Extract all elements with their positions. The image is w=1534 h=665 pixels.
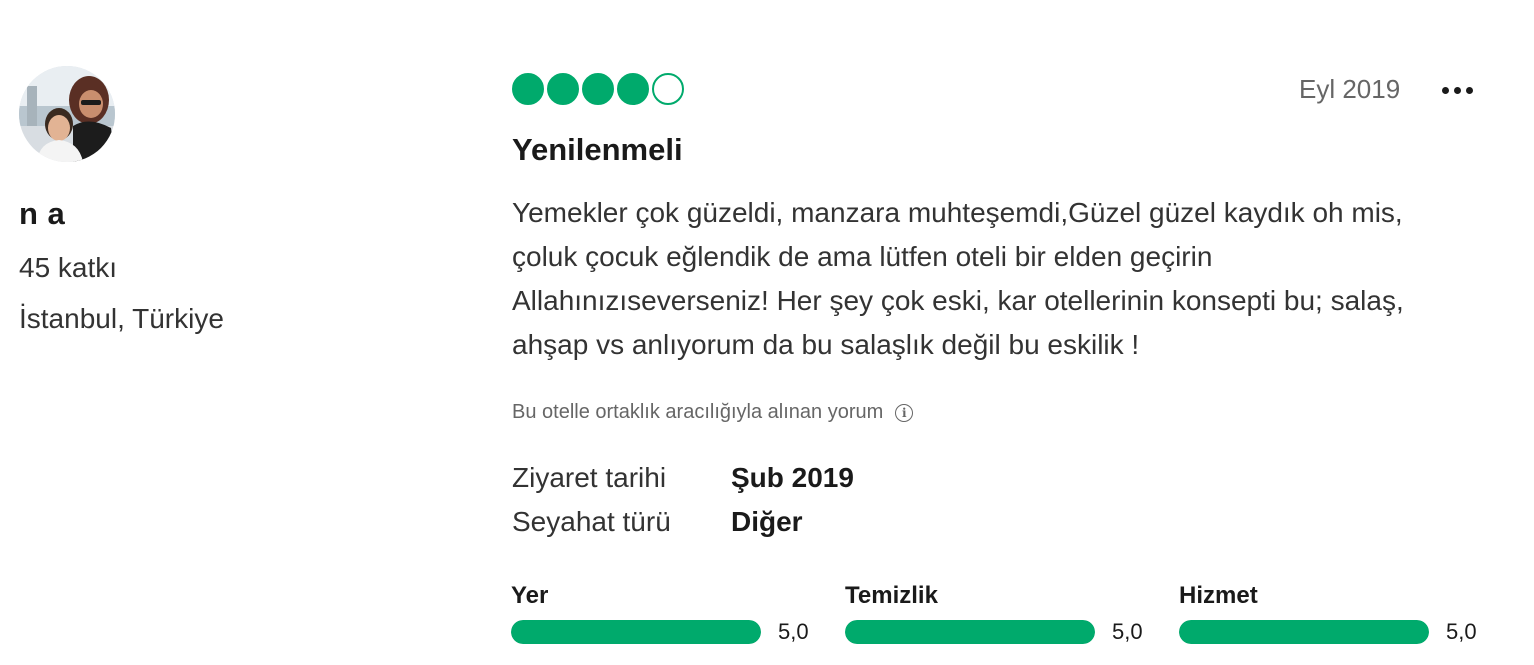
review-title[interactable]: Yenilenmeli	[512, 132, 683, 168]
filled-bubble-icon	[547, 73, 579, 105]
info-icon[interactable]: i	[895, 403, 914, 422]
sub-rating-label: Temizlik	[845, 582, 938, 609]
sub-rating-label: Yer	[511, 582, 549, 609]
ellipsis-dot	[1453, 86, 1461, 94]
trip-type-row: Seyahat türü Diğer	[512, 506, 803, 538]
sub-rating-cleanliness: Temizlik 5,0	[845, 582, 1148, 645]
reviewer-contributions: 45 katkı	[19, 252, 118, 283]
disclaimer-text: Bu otelle ortaklık aracılığıyla alınan y…	[512, 401, 884, 423]
sub-rating-score: 5,0	[1446, 619, 1477, 644]
sub-rating-bar	[511, 620, 761, 644]
sub-rating-score: 5,0	[1112, 619, 1143, 644]
review-date: Eyl 2019	[1299, 74, 1401, 104]
sub-rating-service: Hizmet 5,0	[1179, 582, 1482, 645]
trip-type-label: Seyahat türü	[512, 506, 671, 537]
reviewer-location: İstanbul, Türkiye	[19, 303, 224, 334]
sub-rating-fill	[511, 620, 761, 644]
sub-rating-fill	[845, 620, 1095, 644]
sub-rating-bar	[845, 620, 1095, 644]
bubble-rating	[512, 73, 684, 105]
empty-bubble-icon	[652, 73, 684, 105]
more-options-button[interactable]	[1432, 76, 1482, 104]
sub-rating-fill	[1179, 620, 1429, 644]
visit-date-label: Ziyaret tarihi	[512, 462, 667, 493]
visit-date-row: Ziyaret tarihi Şub 2019	[512, 462, 854, 494]
reviewer-avatar[interactable]	[19, 66, 115, 162]
ellipsis-icon	[1441, 86, 1449, 94]
sub-rating-score: 5,0	[778, 619, 809, 644]
ellipsis-dot	[1465, 86, 1473, 94]
filled-bubble-icon	[617, 73, 649, 105]
sub-rating-bar	[1179, 620, 1429, 644]
sub-rating-label: Hizmet	[1179, 582, 1258, 609]
filled-bubble-icon	[512, 73, 544, 105]
visit-date-value: Şub 2019	[731, 462, 854, 493]
review-body: Yemekler çok güzeldi, manzara muhteşemdi…	[512, 197, 1404, 360]
review-disclaimer: Bu otelle ortaklık aracılığıyla alınan y…	[512, 401, 914, 424]
reviewer-name[interactable]: n a	[19, 196, 65, 232]
filled-bubble-icon	[582, 73, 614, 105]
trip-type-value: Diğer	[731, 506, 803, 537]
sub-rating-location: Yer 5,0	[511, 582, 814, 645]
